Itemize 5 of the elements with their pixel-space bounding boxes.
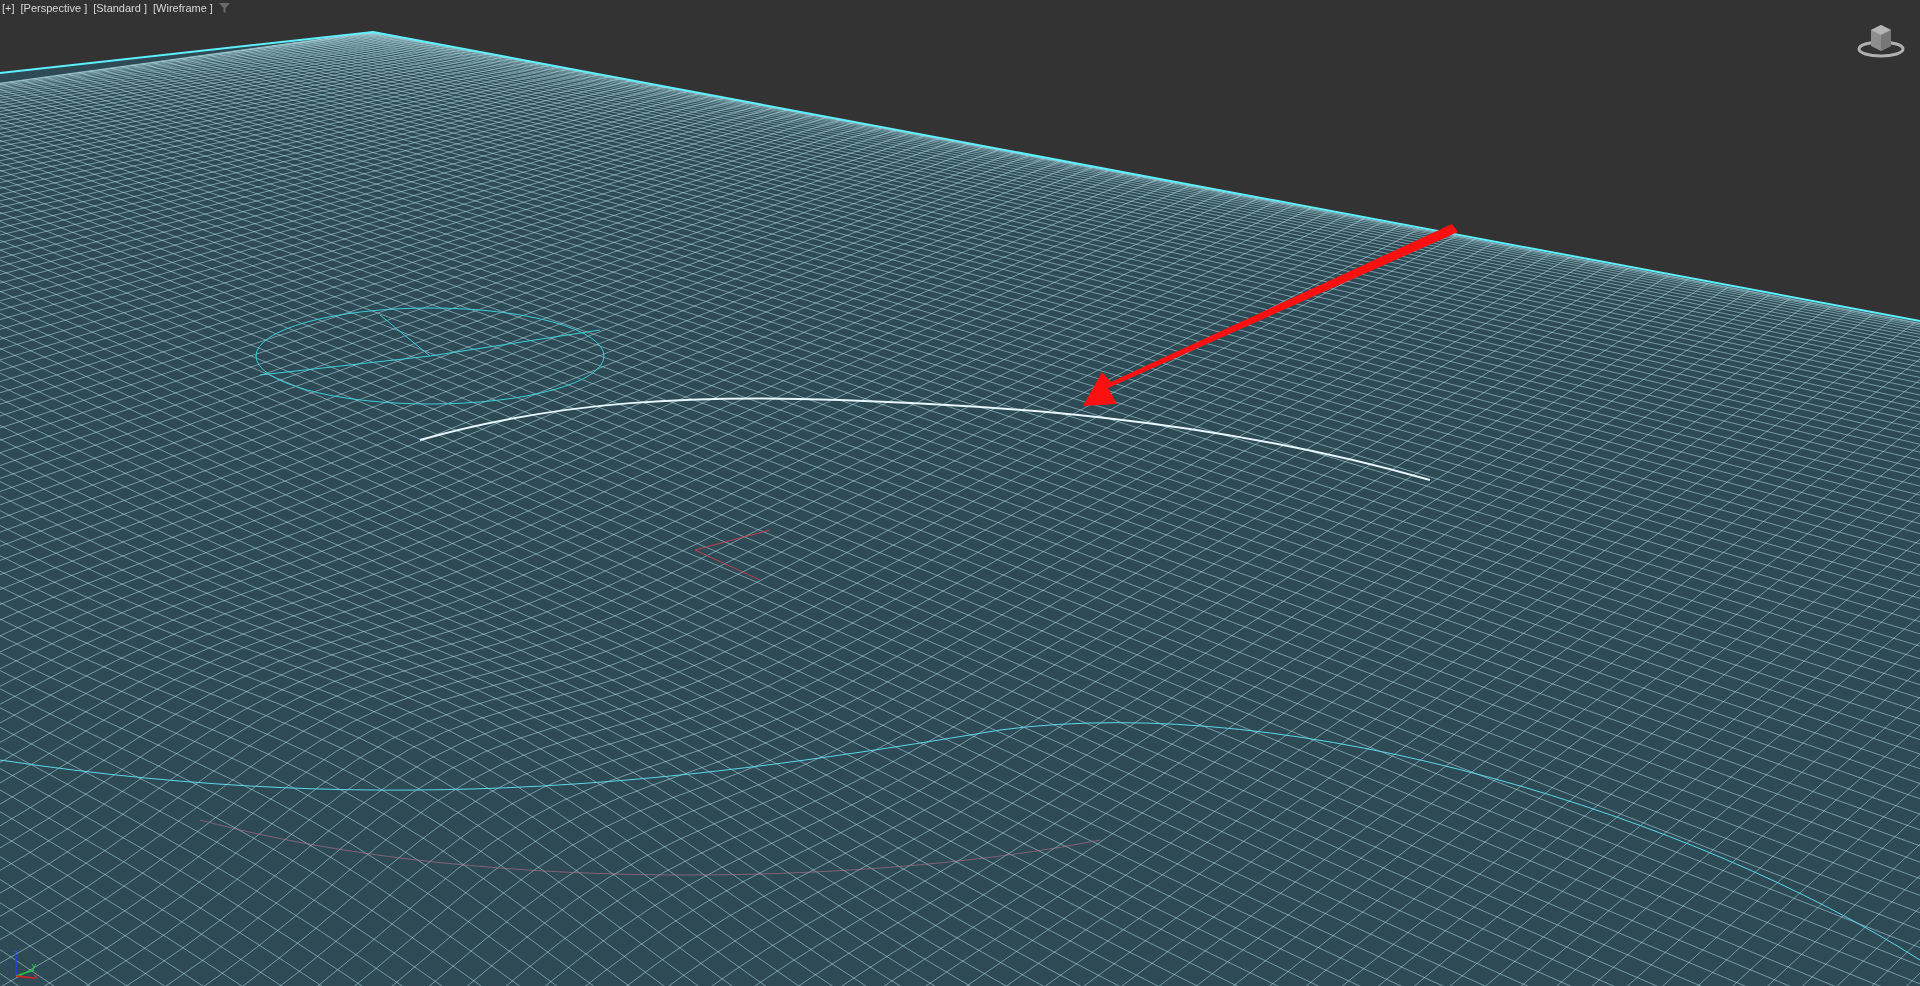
viewport-menu-label[interactable]: [Perspective ] <box>20 2 88 14</box>
viewport-menu-label[interactable]: [+] <box>2 2 15 14</box>
viewport-menu-label[interactable]: [Standard ] <box>93 2 147 14</box>
viewport-menu-label[interactable]: [Wireframe ] <box>153 2 213 14</box>
axis-tripod-drawing: z y x <box>10 946 40 980</box>
